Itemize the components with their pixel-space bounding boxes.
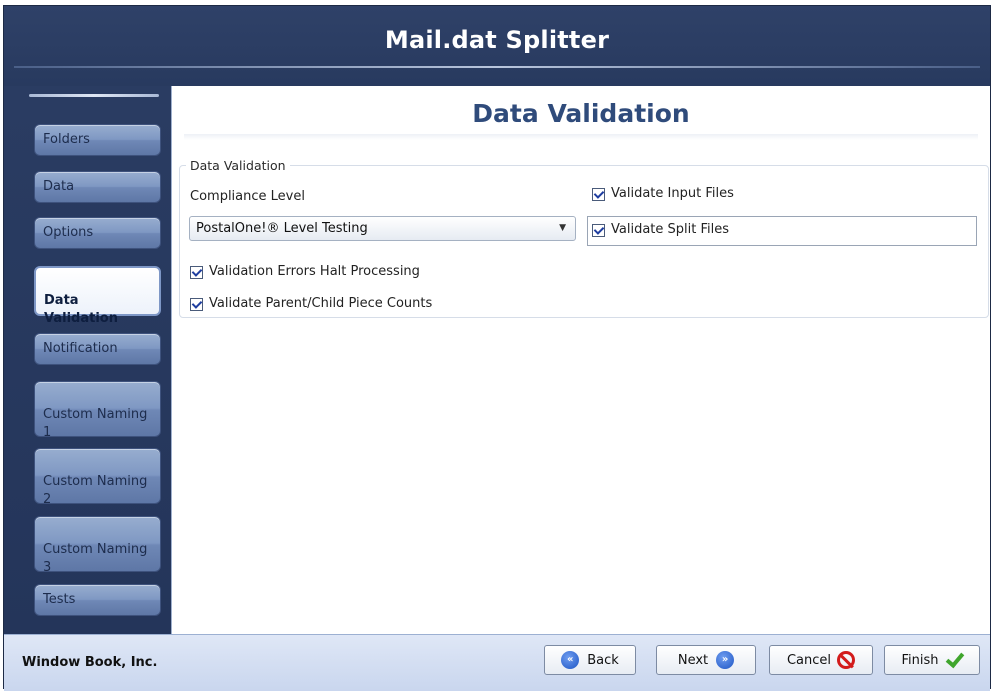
errors-halt-checkbox[interactable] [190, 265, 203, 279]
sidebar-item-label: Data [43, 179, 75, 194]
next-button[interactable]: Next » [656, 645, 756, 675]
sidebar-item-label: Options [43, 225, 94, 240]
back-label: Back [587, 652, 619, 668]
compliance-level-label: Compliance Level [190, 189, 305, 204]
sidebar-item-label: Custom Naming 1 [43, 407, 148, 440]
parent-child-counts-option[interactable]: Validate Parent/Child Piece Counts [190, 296, 432, 312]
sidebar-item-options[interactable]: Options [34, 217, 161, 249]
finish-button[interactable]: Finish [884, 645, 980, 675]
sidebar-item-custom-naming-3[interactable]: Custom Naming 3 [34, 516, 161, 575]
finish-label: Finish [901, 652, 939, 668]
company-name: Window Book, Inc. [22, 655, 158, 670]
validate-split-files-checkbox[interactable] [592, 223, 605, 237]
sidebar-item-custom-naming-1[interactable]: Custom Naming 1 [34, 381, 161, 440]
chevron-down-icon: ▼ [559, 223, 566, 233]
compliance-level-value: PostalOne!® Level Testing [196, 221, 368, 236]
validate-input-files-option[interactable]: Validate Input Files [592, 186, 734, 202]
errors-halt-label: Validation Errors Halt Processing [209, 264, 420, 279]
window-title: Mail.dat Splitter [384, 26, 610, 54]
page-title: Data Validation [472, 99, 690, 128]
parent-child-counts-label: Validate Parent/Child Piece Counts [209, 296, 433, 311]
sidebar-item-label: Data Validation [44, 293, 118, 326]
footer-bar: Window Book, Inc. « Back Next » Cancel F… [4, 634, 990, 691]
sidebar-item-label: Notification [43, 341, 118, 356]
sidebar-item-folders[interactable]: Folders [34, 124, 161, 156]
main-content: Data Validation Data Validation Complian… [171, 86, 990, 634]
cancel-label: Cancel [786, 652, 832, 668]
sidebar-item-notification[interactable]: Notification [34, 333, 161, 365]
back-arrow-icon: « [561, 651, 580, 669]
validate-split-files-label: Validate Split Files [611, 222, 730, 237]
sidebar-item-label: Custom Naming 2 [43, 474, 148, 507]
validate-input-files-label: Validate Input Files [611, 186, 734, 201]
title-divider [14, 66, 980, 68]
sidebar-divider [29, 94, 159, 97]
title-divider [184, 134, 978, 140]
title-bar: Mail.dat Splitter [4, 6, 990, 86]
sidebar-item-label: Tests [43, 592, 76, 607]
errors-halt-option[interactable]: Validation Errors Halt Processing [190, 264, 420, 280]
sidebar-item-label: Folders [43, 132, 90, 147]
checkmark-icon [945, 650, 963, 670]
back-button[interactable]: « Back [544, 645, 636, 675]
validate-input-files-checkbox[interactable] [592, 187, 605, 201]
next-label: Next [677, 652, 709, 668]
parent-child-counts-checkbox[interactable] [190, 297, 203, 311]
sidebar-item-data-validation[interactable]: Data Validation [34, 266, 161, 326]
sidebar: Folders Data Options Data Validation Not… [4, 86, 171, 634]
cancel-button[interactable]: Cancel [769, 645, 873, 675]
validate-split-files-option[interactable]: Validate Split Files [592, 222, 729, 238]
sidebar-item-data[interactable]: Data [34, 171, 161, 203]
group-title: Data Validation [190, 158, 286, 173]
cancel-icon [837, 651, 856, 669]
sidebar-item-custom-naming-2[interactable]: Custom Naming 2 [34, 448, 161, 507]
app-window: Mail.dat Splitter Folders Data Options D… [3, 5, 991, 691]
sidebar-item-tests[interactable]: Tests [34, 584, 161, 616]
sidebar-item-label: Custom Naming 3 [43, 542, 148, 575]
next-arrow-icon: » [716, 651, 735, 669]
compliance-level-select[interactable]: PostalOne!® Level Testing ▼ [189, 216, 576, 241]
